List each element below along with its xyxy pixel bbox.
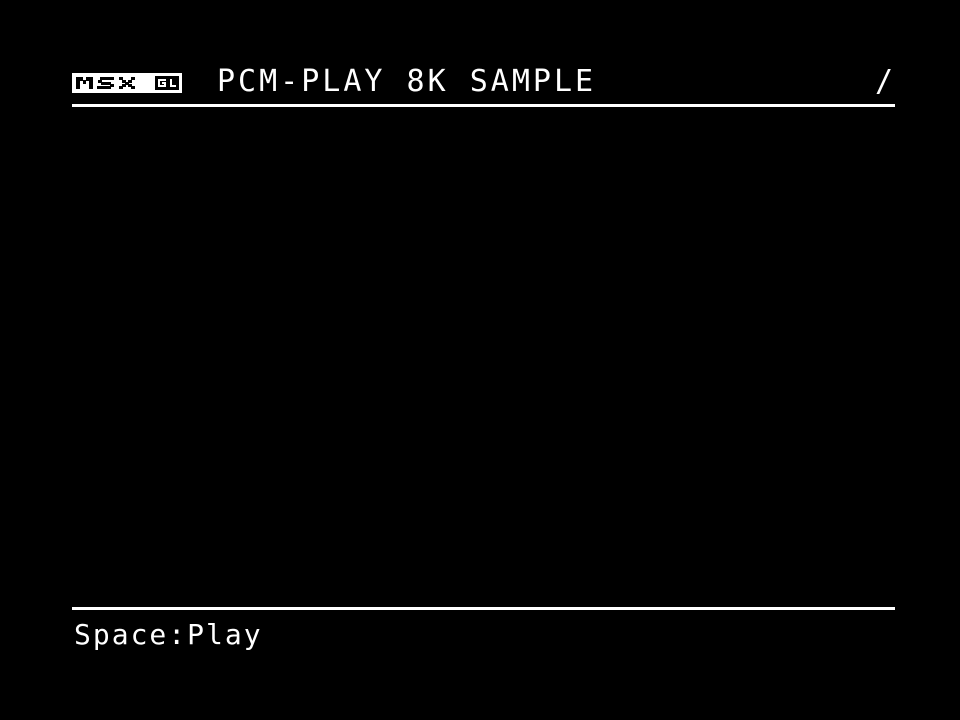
footer-divider [72,607,895,610]
program-title: PCM-PLAY 8K SAMPLE [217,64,597,99]
main-display-area [72,110,895,604]
key-hint: Space:Play [74,618,263,651]
msx-screen: PCM-PLAY 8K SAMPLE / Space:Play [0,0,960,720]
msxgl-logo [72,73,182,93]
activity-indicator: / [874,64,894,99]
header-divider [72,104,895,107]
